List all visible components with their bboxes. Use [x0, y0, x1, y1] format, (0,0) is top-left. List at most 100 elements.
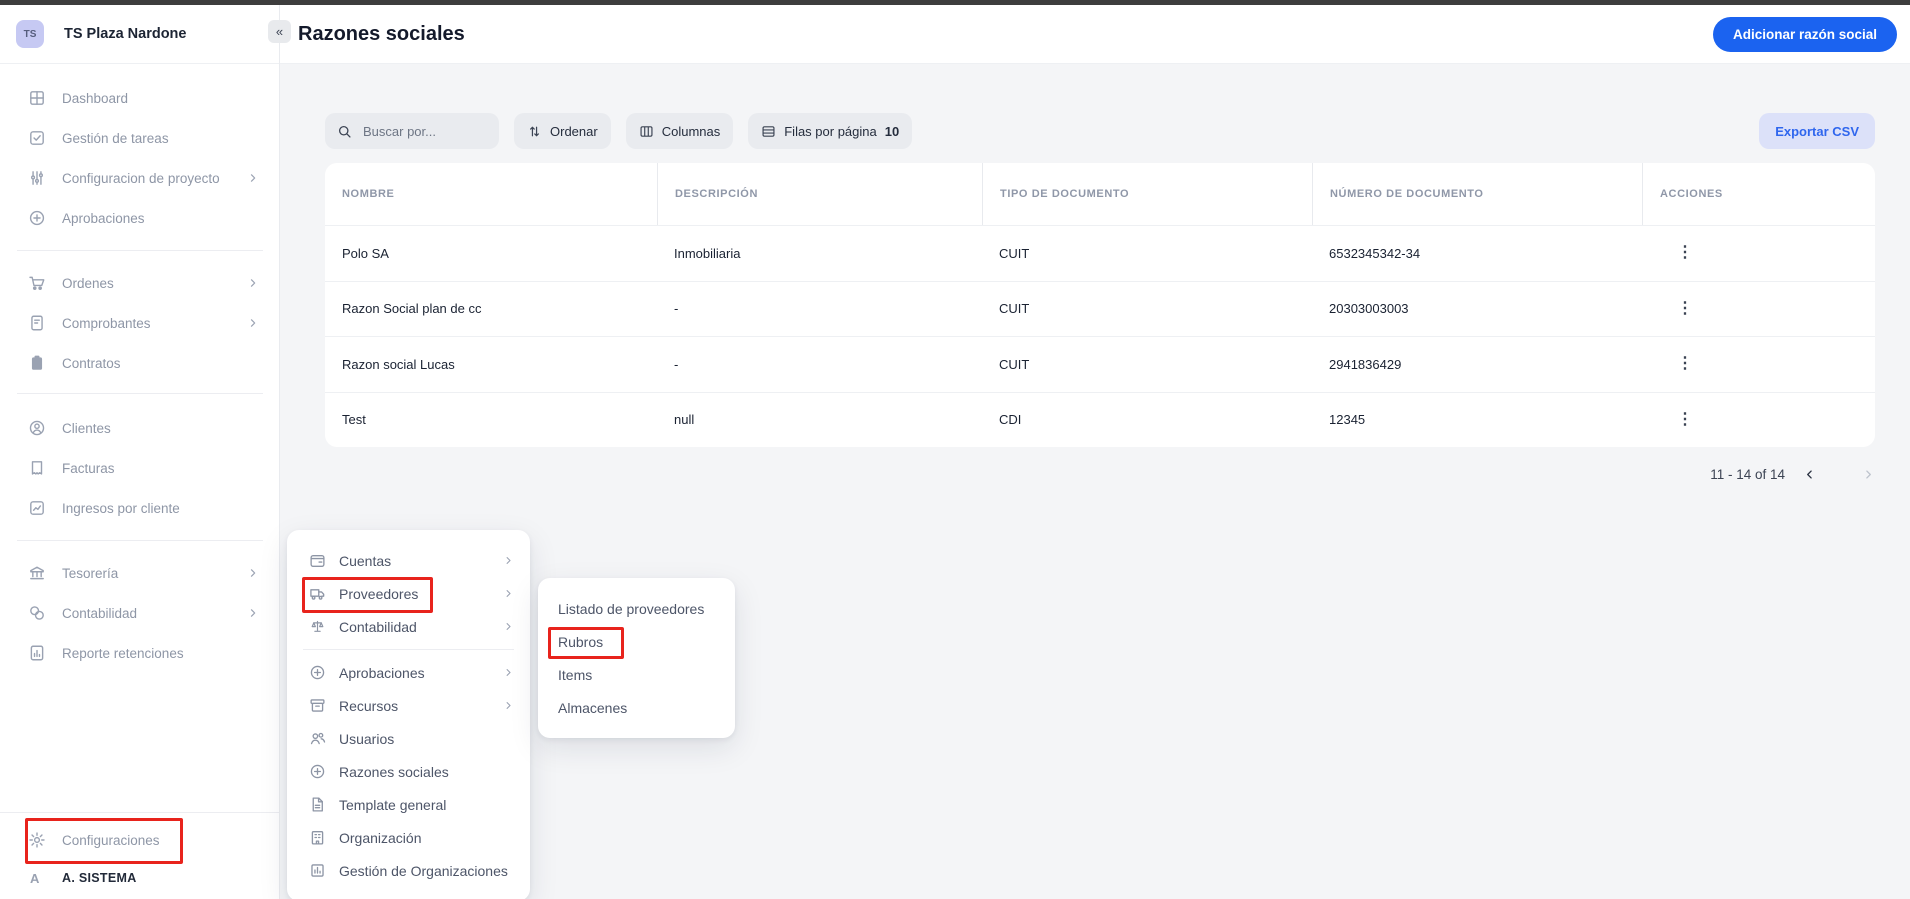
chevron-right-icon [247, 607, 259, 619]
search-input[interactable] [361, 122, 485, 140]
scale-icon [309, 618, 326, 635]
cell-tipo: CUIT [982, 280, 1312, 337]
table-row: Razon social Lucas - CUIT 2941836429 ⋮ [325, 336, 1875, 392]
sort-button[interactable]: Ordenar [514, 113, 611, 149]
sidebar-item-tesoreria[interactable]: Tesorería [0, 553, 279, 593]
user-name: A. SISTEMA [62, 871, 137, 885]
rows-per-page-value: 10 [884, 123, 900, 139]
cell-tipo: CUIT [982, 336, 1312, 392]
menu-item-label: Usuarios [339, 730, 395, 747]
table-header-row: NOMBRE DESCRIPCIÓN TIPO DE DOCUMENTO NÚM… [325, 163, 1875, 225]
column-header-tipo-de-documento[interactable]: TIPO DE DOCUMENTO [982, 163, 1312, 225]
sidebar-item-clientes[interactable]: Clientes [0, 408, 279, 448]
sidebar-item-label: Configuraciones [62, 832, 160, 848]
sidebar-item-configuracion-de-proyecto[interactable]: Configuracion de proyecto [0, 158, 279, 198]
menu-item-label: Gestión de Organizaciones [339, 862, 508, 879]
workspace-avatar: TS [16, 20, 44, 48]
proveedores-submenu: Listado de proveedores Rubros Items Alma… [538, 578, 735, 738]
previous-page-icon[interactable] [1803, 468, 1816, 481]
menu-item-label: Razones sociales [339, 763, 449, 780]
columns-button[interactable]: Columnas [625, 113, 734, 149]
sidebar-item-contratos[interactable]: Contratos [0, 343, 279, 383]
cell-numero: 12345 [1312, 391, 1642, 448]
cell-tipo: CDI [982, 391, 1312, 448]
columns-label: Columnas [661, 123, 721, 139]
columns-icon [639, 124, 654, 139]
cell-descripcion: - [657, 280, 982, 337]
sort-arrows-icon [527, 124, 542, 139]
table-toolbar: Ordenar Columnas Filas por página 10 Exp… [325, 113, 1875, 149]
column-header-numero-de-documento[interactable]: NÚMERO DE DOCUMENTO [1312, 163, 1642, 225]
export-csv-button[interactable]: Exportar CSV [1759, 113, 1875, 149]
sidebar-item-facturas[interactable]: Facturas [0, 448, 279, 488]
grid-icon [28, 89, 46, 107]
menu-item-label: Recursos [339, 697, 399, 714]
row-actions-kebab-icon[interactable]: ⋮ [1671, 352, 1699, 376]
rows-per-page-button[interactable]: Filas por página 10 [748, 113, 913, 149]
row-actions-kebab-icon[interactable]: ⋮ [1671, 408, 1699, 432]
sidebar-item-reporte-retenciones[interactable]: Reporte retenciones [0, 633, 279, 673]
menu-item-aprobaciones[interactable]: Aprobaciones [287, 656, 530, 689]
plus-circle-icon [28, 209, 46, 227]
row-actions-kebab-icon[interactable]: ⋮ [1671, 297, 1699, 321]
chevron-right-icon [247, 317, 259, 329]
report-icon [28, 644, 46, 662]
sidebar-item-aprobaciones[interactable]: Aprobaciones [0, 198, 279, 238]
cell-numero: 6532345342-34 [1312, 225, 1642, 281]
sidebar-item-label: Ordenes [62, 275, 114, 291]
sidebar-user[interactable]: A A. SISTEMA [0, 861, 279, 895]
workspace-name: TS Plaza Nardone [64, 26, 187, 42]
workspace-switcher[interactable]: TS TS Plaza Nardone [0, 5, 279, 64]
column-header-nombre[interactable]: NOMBRE [325, 163, 657, 225]
pagination-range: 11 - 14 of 14 [1710, 467, 1785, 482]
menu-item-recursos[interactable]: Recursos [287, 689, 530, 722]
submenu-item-listado-de-proveedores[interactable]: Listado de proveedores [538, 592, 735, 625]
sidebar-collapse-button[interactable]: « [268, 20, 291, 43]
menu-item-label: Cuentas [339, 552, 392, 569]
menu-item-proveedores[interactable]: Proveedores [287, 577, 530, 610]
invoice-icon [28, 459, 46, 477]
search-icon [337, 124, 352, 139]
submenu-item-almacenes[interactable]: Almacenes [538, 691, 735, 724]
menu-item-organizacion[interactable]: Organización [287, 821, 530, 854]
submenu-item-rubros[interactable]: Rubros [538, 625, 735, 658]
column-header-descripcion[interactable]: DESCRIPCIÓN [657, 163, 982, 225]
sidebar-item-gestion-de-tareas[interactable]: Gestión de tareas [0, 118, 279, 158]
menu-item-contabilidad[interactable]: Contabilidad [287, 610, 530, 643]
sidebar-item-label: Tesorería [62, 565, 119, 581]
settings-menu: Cuentas Proveedores Contabilidad Aprobac… [287, 530, 530, 899]
menu-item-gestion-de-organizaciones[interactable]: Gestión de Organizaciones [287, 854, 530, 887]
menu-item-usuarios[interactable]: Usuarios [287, 722, 530, 755]
sidebar-item-comprobantes[interactable]: Comprobantes [0, 303, 279, 343]
next-page-icon[interactable] [1862, 468, 1875, 481]
menu-item-razones-sociales[interactable]: Razones sociales [287, 755, 530, 788]
sidebar-item-configuraciones[interactable]: Configuraciones [0, 820, 279, 860]
sidebar-item-contabilidad[interactable]: Contabilidad [0, 593, 279, 633]
submenu-item-items[interactable]: Items [538, 658, 735, 691]
sidebar-item-ordenes[interactable]: Ordenes [0, 263, 279, 303]
app-screen: TS TS Plaza Nardone Dashboard Gestión de… [0, 0, 1910, 899]
cell-descripcion: - [657, 336, 982, 392]
chart-icon [28, 499, 46, 517]
customer-icon [28, 419, 46, 437]
sidebar-item-label: Ingresos por cliente [62, 500, 180, 516]
cell-tipo: CUIT [982, 225, 1312, 281]
sliders-icon [28, 169, 46, 187]
menu-item-cuentas[interactable]: Cuentas [287, 544, 530, 577]
rows-icon [761, 124, 776, 139]
add-razon-social-button[interactable]: Adicionar razón social [1712, 17, 1897, 52]
cell-numero: 2941836429 [1312, 336, 1642, 392]
row-actions-kebab-icon[interactable]: ⋮ [1671, 241, 1699, 265]
sidebar-divider [17, 540, 263, 541]
sidebar-item-ingresos-por-cliente[interactable]: Ingresos por cliente [0, 488, 279, 528]
table-row: Razon Social plan de cc - CUIT 203030030… [325, 280, 1875, 337]
chevron-right-icon [503, 555, 514, 566]
sidebar-item-label: Gestión de tareas [62, 130, 169, 146]
column-header-acciones: ACCIONES [1642, 163, 1875, 225]
coins-icon [28, 604, 46, 622]
sidebar-item-dashboard[interactable]: Dashboard [0, 78, 279, 118]
page-title: Razones sociales [298, 23, 465, 45]
sidebar-item-label: Contratos [62, 355, 121, 371]
sort-label: Ordenar [550, 123, 598, 139]
menu-item-template-general[interactable]: Template general [287, 788, 530, 821]
